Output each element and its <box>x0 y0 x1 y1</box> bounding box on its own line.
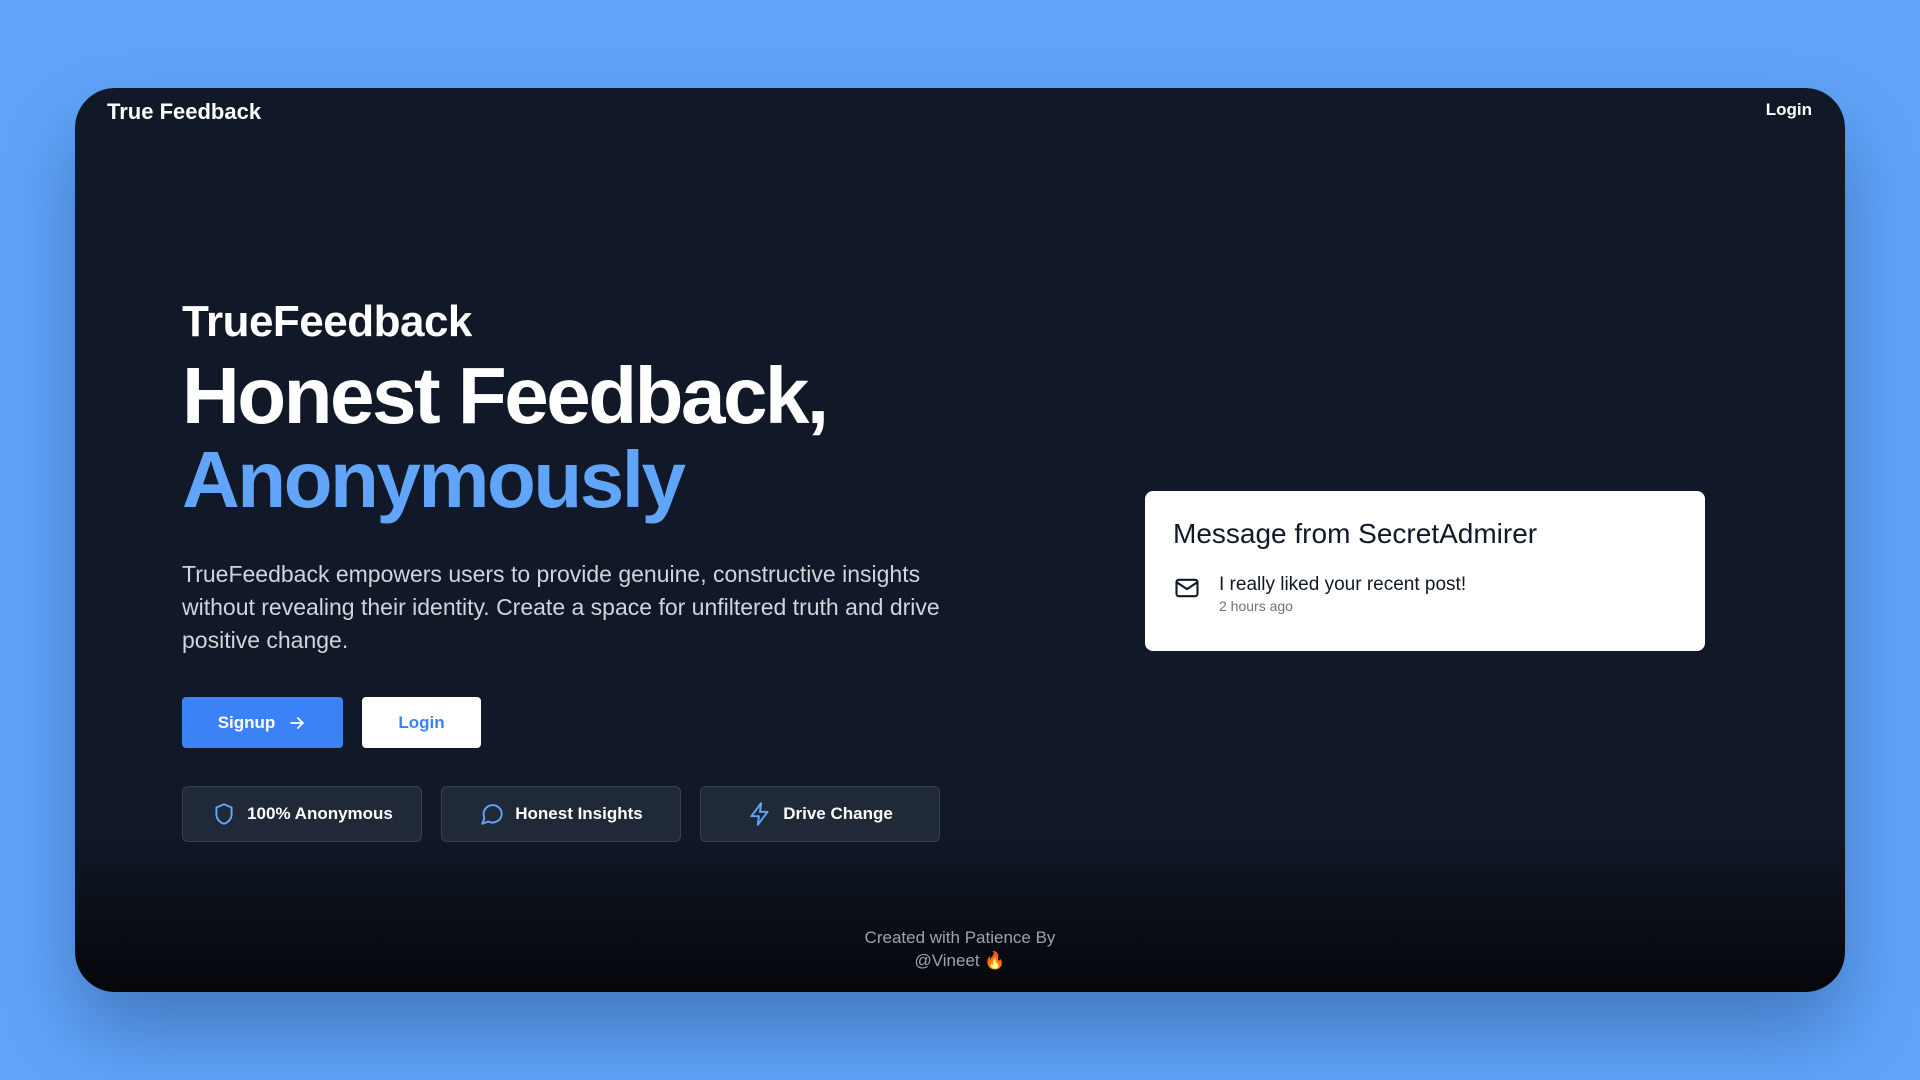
cta-row: Signup Login <box>182 697 982 748</box>
signup-button-label: Signup <box>217 712 276 732</box>
hero-description: TrueFeedback empowers users to provide g… <box>182 561 940 653</box>
feature-badge-change: Drive Change <box>700 786 940 842</box>
hero-section: TrueFeedback Honest Feedback, Anonymousl… <box>182 294 982 842</box>
mail-icon <box>1175 578 1199 598</box>
feature-badges: 100% Anonymous Honest Insights Drive Cha… <box>182 786 982 842</box>
feature-badge-anonymous: 100% Anonymous <box>182 786 422 842</box>
headline-accent: Anonymously <box>182 435 686 524</box>
navbar-login-link[interactable]: Login <box>1766 94 1812 126</box>
feature-label: 100% Anonymous <box>247 804 393 823</box>
message-card: Message from SecretAdmirer I really like… <box>1145 491 1705 651</box>
message-circle-icon <box>481 804 503 825</box>
feature-label: Drive Change <box>783 804 893 823</box>
hero-headline: Honest Feedback, Anonymously <box>182 354 982 522</box>
navbar-brand[interactable]: True Feedback <box>107 94 261 130</box>
feature-label: Honest Insights <box>515 804 643 823</box>
message-timestamp: 2 hours ago <box>1219 598 1293 614</box>
footer-credit: Created with Patience By <box>864 928 1056 947</box>
message-card-body: I really liked your recent post! 2 hours… <box>1173 573 1677 615</box>
message-text: I really liked your recent post! <box>1219 574 1467 595</box>
app-window: True Feedback Login TrueFeedback Honest … <box>75 88 1845 992</box>
signup-button[interactable]: Signup <box>182 697 343 748</box>
login-button[interactable]: Login <box>362 697 481 748</box>
footer-author: @Vineet 🔥 <box>914 951 1006 970</box>
hero-eyebrow: TrueFeedback <box>182 297 472 346</box>
arrow-right-icon <box>290 716 305 729</box>
shield-icon <box>215 803 233 825</box>
footer: Created with Patience By @Vineet 🔥 <box>75 926 1845 972</box>
feature-badge-insights: Honest Insights <box>441 786 681 842</box>
headline-line-1: Honest Feedback, <box>182 351 829 440</box>
message-card-title: Message from SecretAdmirer <box>1173 518 1538 549</box>
lightning-bolt-icon <box>750 802 769 826</box>
message-content: I really liked your recent post! 2 hours… <box>1219 573 1466 615</box>
